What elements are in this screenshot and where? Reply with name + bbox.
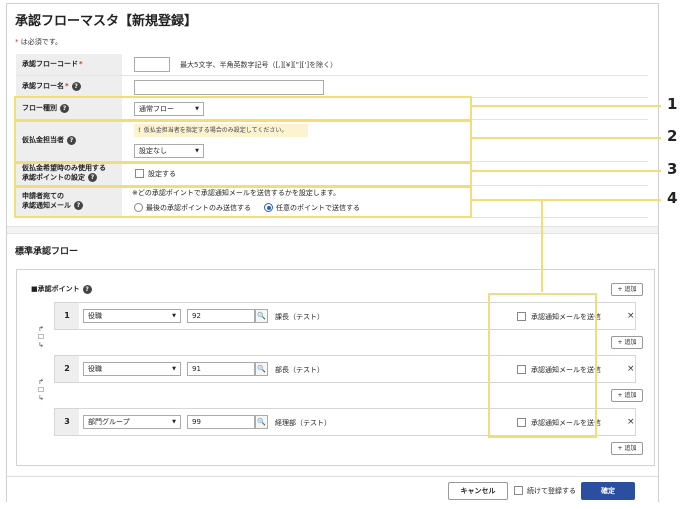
flow-code-hint: 最大5文字、半角英数字記号（[,][¥]["][']を除く） xyxy=(180,61,338,69)
flow-name-input[interactable] xyxy=(134,80,324,95)
help-icon[interactable]: ? xyxy=(71,82,81,91)
point-code-value: 91 xyxy=(192,365,201,373)
point-type-value: 役職 xyxy=(88,365,102,373)
point-type-value: 部門グループ xyxy=(88,418,130,426)
cancel-button[interactable]: キャンセル xyxy=(448,482,508,500)
label-flow-code: 承認フローコード * xyxy=(16,54,122,75)
callout-line-2 xyxy=(471,137,661,139)
point-code-input[interactable]: 99 xyxy=(187,415,255,429)
highlight-box-notify xyxy=(488,293,597,438)
continue-register-label: 続けて登録する xyxy=(527,487,576,495)
remove-point-icon[interactable]: × xyxy=(627,364,635,374)
point-number: 2 xyxy=(55,356,79,382)
value-flow-name xyxy=(126,76,648,97)
callout-line-4 xyxy=(471,199,661,201)
add-point-button[interactable]: + 追加 xyxy=(611,442,643,455)
chevron-down-icon: ▼ xyxy=(172,366,176,372)
highlight-box-1 xyxy=(14,96,472,121)
swap-order-icon[interactable]: ↱ ☐ ↳ xyxy=(35,325,47,349)
highlight-box-4 xyxy=(14,186,472,218)
callout-number-1: 1 xyxy=(667,95,678,113)
remove-point-icon[interactable]: × xyxy=(627,417,635,427)
continue-register-checkbox[interactable] xyxy=(514,486,523,495)
point-name: 課長（テスト） xyxy=(275,313,324,321)
footer-bar: キャンセル 続けて登録する 確定 xyxy=(7,476,658,502)
help-icon[interactable]: ? xyxy=(82,284,92,294)
chevron-down-icon: ▼ xyxy=(172,313,176,319)
search-icon[interactable]: 🔍 xyxy=(255,362,268,376)
row-flow-code: 承認フローコード * 最大5文字、半角英数字記号（[,][¥]["][']を除く） xyxy=(16,54,648,76)
point-type-select[interactable]: 役職 ▼ xyxy=(83,309,181,323)
form-panel: 承認フローマスタ【新規登録】 * は必須です。 承認フローコード * 最大5文字、… xyxy=(6,3,659,502)
swap-order-icon[interactable]: ↱ ☐ ↳ xyxy=(35,378,47,402)
point-code-input[interactable]: 92 xyxy=(187,309,255,323)
callout-number-2: 2 xyxy=(667,127,678,145)
add-point-button-top[interactable]: + 追加 xyxy=(611,283,643,296)
point-name: 部長（テスト） xyxy=(275,366,324,374)
confirm-button[interactable]: 確定 xyxy=(581,482,635,500)
points-label-text: ■承認ポイント xyxy=(31,285,80,293)
page-title: 承認フローマスタ【新規登録】 xyxy=(15,14,198,29)
search-icon[interactable]: 🔍 xyxy=(255,309,268,323)
label-flow-name: 承認フロー名 *? xyxy=(16,76,122,97)
point-number: 3 xyxy=(55,409,79,435)
chevron-down-icon: ▼ xyxy=(172,419,176,425)
point-code-input[interactable]: 91 xyxy=(187,362,255,376)
callout-line-4-down xyxy=(541,199,543,292)
point-type-select[interactable]: 部門グループ ▼ xyxy=(83,415,181,429)
row-flow-name: 承認フロー名 *? xyxy=(16,76,648,98)
label-flow-code-text: 承認フローコード xyxy=(22,59,78,68)
required-note-text: は必須です。 xyxy=(20,38,63,46)
label-flow-name-text: 承認フロー名 xyxy=(22,81,64,90)
point-name: 経理部（テスト） xyxy=(275,419,331,427)
point-type-select[interactable]: 役職 ▼ xyxy=(83,362,181,376)
add-point-button[interactable]: + 追加 xyxy=(611,336,643,349)
point-type-value: 役職 xyxy=(88,312,102,320)
section-divider xyxy=(7,226,658,234)
search-icon[interactable]: 🔍 xyxy=(255,415,268,429)
point-code-value: 99 xyxy=(192,418,201,426)
highlight-box-2 xyxy=(14,120,472,163)
required-star: * xyxy=(65,81,69,90)
point-code-value: 92 xyxy=(192,312,201,320)
callout-line-1 xyxy=(471,105,661,107)
highlight-box-3 xyxy=(14,162,472,187)
required-star: * xyxy=(79,59,83,68)
add-point-button[interactable]: + 追加 xyxy=(611,389,643,402)
remove-point-icon[interactable]: × xyxy=(627,311,635,321)
point-number: 1 xyxy=(55,303,79,329)
callout-number-4: 4 xyxy=(667,189,678,207)
required-note: * は必須です。 xyxy=(15,37,62,47)
value-flow-code: 最大5文字、半角英数字記号（[,][¥]["][']を除く） xyxy=(126,54,648,75)
required-mark: * xyxy=(15,38,19,46)
standard-flow-title: 標準承認フロー xyxy=(15,247,79,257)
callout-number-3: 3 xyxy=(667,160,678,178)
callout-line-3 xyxy=(471,170,661,172)
flow-code-input[interactable] xyxy=(134,57,170,72)
points-label: ■承認ポイント? xyxy=(31,284,92,294)
